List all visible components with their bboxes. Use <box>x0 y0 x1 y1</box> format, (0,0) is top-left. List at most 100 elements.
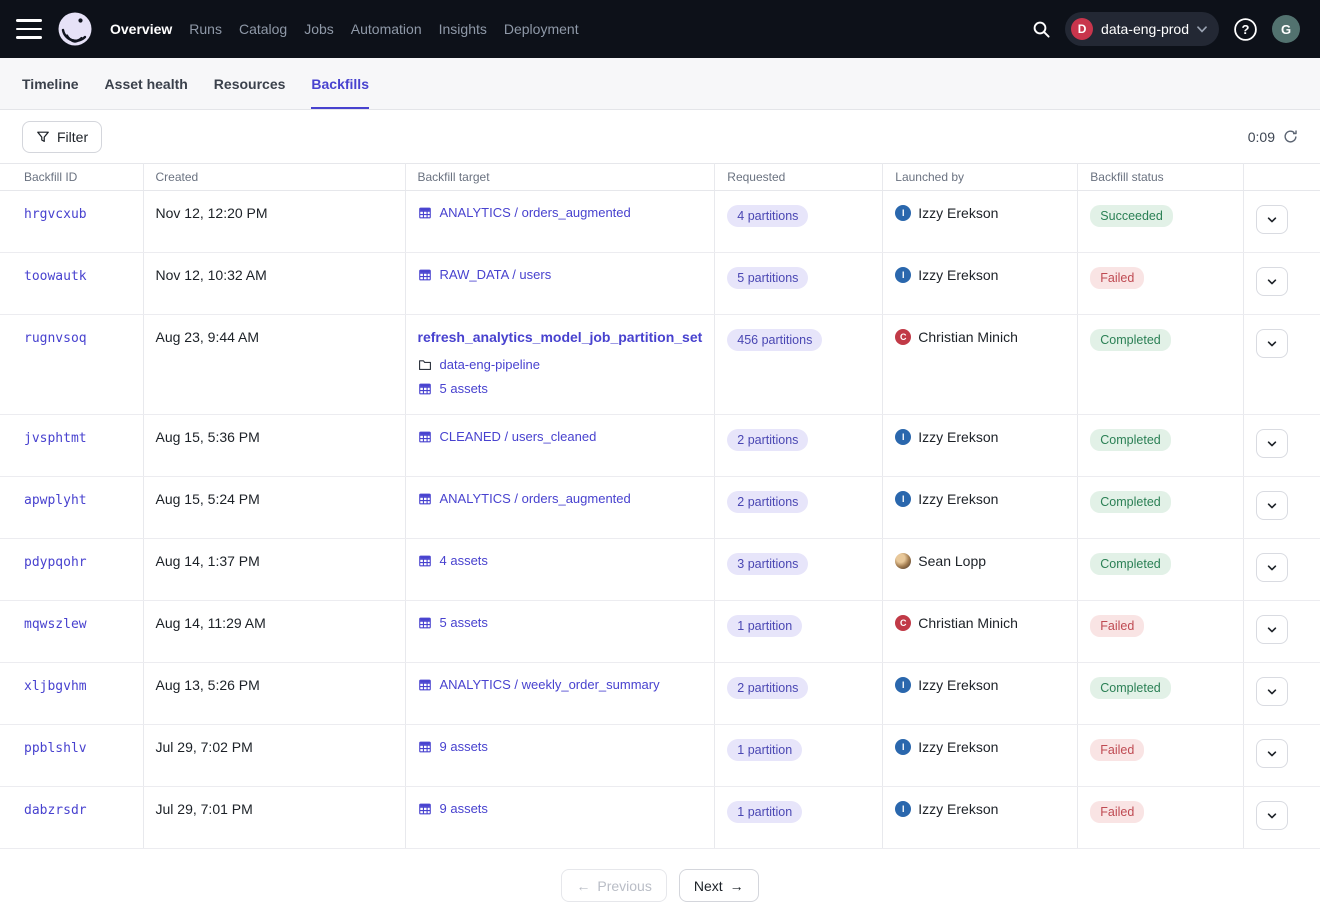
col-header-requested: Requested <box>715 164 883 191</box>
assets-count-link[interactable]: 5 assets <box>440 381 488 396</box>
refresh-icon[interactable] <box>1283 129 1298 144</box>
table-row: apwplyht Aug 15, 5:24 PM ANALYTICS / ord… <box>0 477 1320 539</box>
asset-table-icon <box>418 616 432 630</box>
chevron-down-icon <box>1266 276 1278 288</box>
row-actions-menu-button[interactable] <box>1256 205 1288 234</box>
backfill-id-link[interactable]: rugnvsoq <box>24 331 87 346</box>
nav-item-insights[interactable]: Insights <box>439 21 487 37</box>
launched-by-name: Izzy Erekson <box>918 429 998 445</box>
backfill-target-job-link[interactable]: refresh_analytics_model_job_partition_se… <box>418 329 703 345</box>
col-header-backfill-status: Backfill status <box>1078 164 1244 191</box>
table-row: ppblshlv Jul 29, 7:02 PM 9 assets 1 part… <box>0 725 1320 787</box>
backfill-target-asset-link[interactable]: CLEANED / users_cleaned <box>440 429 597 444</box>
created-timestamp: Jul 29, 7:01 PM <box>156 801 253 817</box>
backfill-id-link[interactable]: ppblshlv <box>24 741 87 756</box>
row-actions-menu-button[interactable] <box>1256 491 1288 520</box>
chevron-down-icon <box>1266 214 1278 226</box>
chevron-down-icon <box>1266 624 1278 636</box>
launched-by-user: IIzzy Erekson <box>895 491 1065 507</box>
backfill-status-badge: Completed <box>1090 329 1170 351</box>
user-initial-avatar: C <box>895 615 911 631</box>
launched-by-user: IIzzy Erekson <box>895 677 1065 693</box>
row-actions-menu-button[interactable] <box>1256 739 1288 768</box>
user-initial-avatar: I <box>895 801 911 817</box>
row-actions-menu-button[interactable] <box>1256 615 1288 644</box>
backfill-target-asset-link[interactable]: 5 assets <box>440 615 488 630</box>
created-timestamp: Aug 23, 9:44 AM <box>156 329 260 345</box>
backfill-target-asset-link[interactable]: 4 assets <box>440 553 488 568</box>
code-location-folder-icon <box>418 358 432 372</box>
backfill-id-link[interactable]: hrgvcxub <box>24 207 87 222</box>
asset-table-icon <box>418 206 432 220</box>
table-row: xljbgvhm Aug 13, 5:26 PM ANALYTICS / wee… <box>0 663 1320 725</box>
backfills-toolbar: Filter 0:09 <box>0 110 1320 163</box>
nav-item-deployment[interactable]: Deployment <box>504 21 579 37</box>
primary-nav: Overview Runs Catalog Jobs Automation Insight… <box>110 21 579 37</box>
backfill-id-link[interactable]: dabzrsdr <box>24 803 87 818</box>
requested-partitions-badge: 3 partitions <box>727 553 808 575</box>
tab-backfills[interactable]: Backfills <box>311 58 369 109</box>
row-actions-menu-button[interactable] <box>1256 677 1288 706</box>
backfill-target-asset-link[interactable]: 9 assets <box>440 801 488 816</box>
tab-timeline[interactable]: Timeline <box>22 58 79 109</box>
tab-resources[interactable]: Resources <box>214 58 286 109</box>
launched-by-name: Izzy Erekson <box>918 267 998 283</box>
row-actions-menu-button[interactable] <box>1256 329 1288 358</box>
deployment-name: data-eng-prod <box>1101 21 1189 37</box>
previous-page-button[interactable]: ← Previous <box>561 869 666 902</box>
user-initial-avatar: I <box>895 205 911 221</box>
chevron-down-icon <box>1266 438 1278 450</box>
nav-item-automation[interactable]: Automation <box>351 21 422 37</box>
table-row: pdypqohr Aug 14, 1:37 PM 4 assets 3 part… <box>0 539 1320 601</box>
backfill-id-link[interactable]: mqwszlew <box>24 617 87 632</box>
backfill-target-asset-link[interactable]: ANALYTICS / orders_augmented <box>440 491 631 506</box>
deployment-switcher[interactable]: D data-eng-prod <box>1065 12 1219 46</box>
code-location-link[interactable]: data-eng-pipeline <box>440 357 540 372</box>
row-actions-menu-button[interactable] <box>1256 429 1288 458</box>
dagster-logo-icon[interactable] <box>56 10 94 48</box>
backfill-target-asset-link[interactable]: RAW_DATA / users <box>440 267 552 282</box>
chevron-down-icon <box>1266 686 1278 698</box>
help-icon[interactable]: ? <box>1233 17 1258 42</box>
asset-table-icon <box>418 382 432 396</box>
table-row: rugnvsoq Aug 23, 9:44 AM refresh_analyti… <box>0 315 1320 415</box>
created-timestamp: Jul 29, 7:02 PM <box>156 739 253 755</box>
table-row: mqwszlew Aug 14, 11:29 AM 5 assets 1 par… <box>0 601 1320 663</box>
table-row: toowautk Nov 12, 10:32 AM RAW_DATA / use… <box>0 253 1320 315</box>
launched-by-user: CChristian Minich <box>895 615 1065 631</box>
launched-by-user: CChristian Minich <box>895 329 1065 345</box>
chevron-down-icon <box>1266 338 1278 350</box>
backfill-status-badge: Completed <box>1090 553 1170 575</box>
backfill-status-badge: Failed <box>1090 739 1144 761</box>
menu-icon[interactable] <box>16 19 42 39</box>
row-actions-menu-button[interactable] <box>1256 801 1288 830</box>
backfill-target-asset-link[interactable]: ANALYTICS / weekly_order_summary <box>440 677 660 692</box>
launched-by-user: IIzzy Erekson <box>895 739 1065 755</box>
backfill-id-link[interactable]: toowautk <box>24 269 87 284</box>
user-avatar[interactable]: G <box>1272 15 1300 43</box>
table-row: jvsphtmt Aug 15, 5:36 PM CLEANED / users… <box>0 415 1320 477</box>
next-page-button[interactable]: Next → <box>679 869 759 902</box>
tab-asset-health[interactable]: Asset health <box>105 58 188 109</box>
col-header-actions <box>1244 164 1320 191</box>
search-icon[interactable] <box>1032 20 1051 39</box>
backfill-id-link[interactable]: apwplyht <box>24 493 87 508</box>
backfill-id-link[interactable]: jvsphtmt <box>24 431 87 446</box>
nav-item-runs[interactable]: Runs <box>189 21 222 37</box>
nav-item-catalog[interactable]: Catalog <box>239 21 287 37</box>
nav-item-overview[interactable]: Overview <box>110 21 172 37</box>
backfill-status-badge: Failed <box>1090 801 1144 823</box>
top-app-bar: Overview Runs Catalog Jobs Automation Insight… <box>0 0 1320 58</box>
row-actions-menu-button[interactable] <box>1256 267 1288 296</box>
launched-by-name: Izzy Erekson <box>918 677 998 693</box>
nav-item-jobs[interactable]: Jobs <box>304 21 334 37</box>
backfill-id-link[interactable]: xljbgvhm <box>24 679 87 694</box>
col-header-backfill-target: Backfill target <box>405 164 715 191</box>
row-actions-menu-button[interactable] <box>1256 553 1288 582</box>
backfill-target-asset-link[interactable]: 9 assets <box>440 739 488 754</box>
backfill-id-link[interactable]: pdypqohr <box>24 555 87 570</box>
backfill-target-asset-link[interactable]: ANALYTICS / orders_augmented <box>440 205 631 220</box>
backfill-status-badge: Completed <box>1090 491 1170 513</box>
filter-button[interactable]: Filter <box>22 121 102 153</box>
created-timestamp: Aug 13, 5:26 PM <box>156 677 260 693</box>
